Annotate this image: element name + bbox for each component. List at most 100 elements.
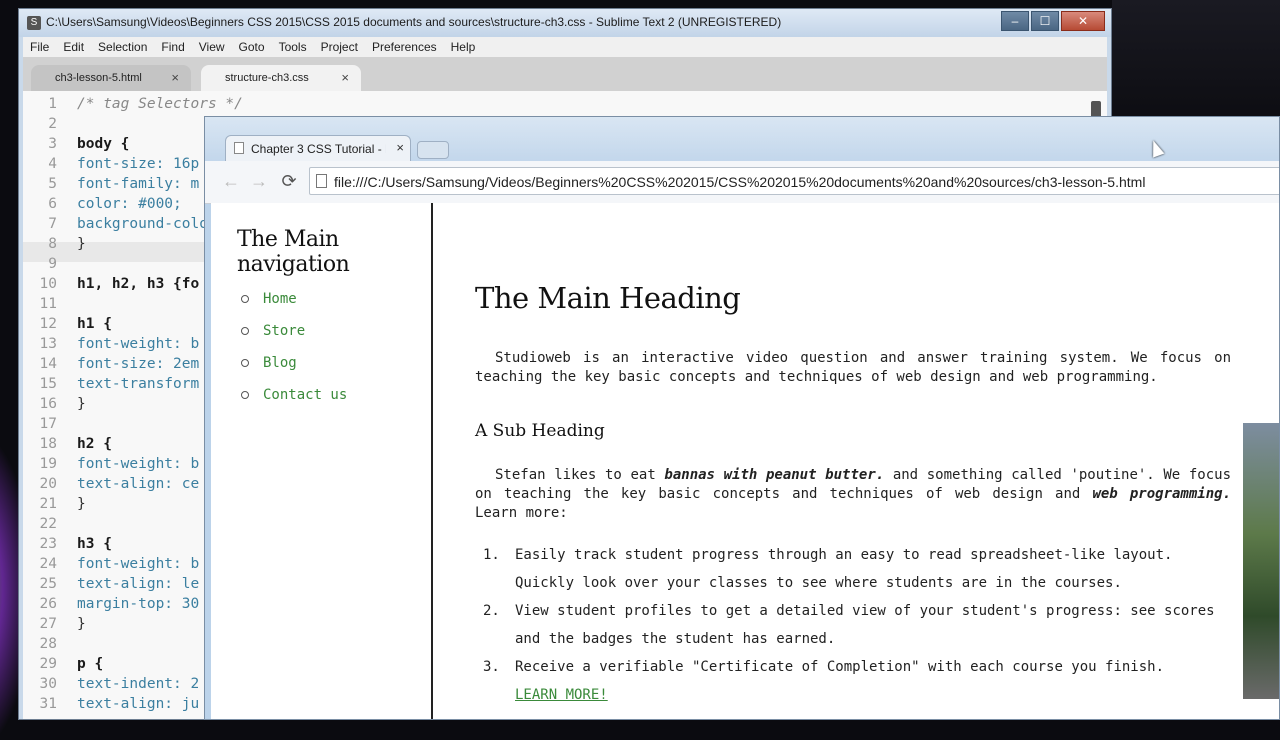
code-line: h1, h2, h3 {fo [77, 276, 200, 292]
back-arrow-icon[interactable]: ← [219, 169, 243, 193]
line-number: 16 [39, 396, 57, 412]
tab-structure-ch3-css[interactable]: structure-ch3.css × [201, 65, 361, 91]
close-button[interactable]: ✕ [1061, 11, 1105, 31]
line-number: 14 [39, 356, 57, 372]
line-number: 26 [39, 596, 57, 612]
minimize-button[interactable]: – [1001, 11, 1029, 31]
new-tab-button[interactable] [417, 141, 449, 159]
line-number: 11 [39, 296, 57, 312]
code-line: text-align: ju [77, 696, 200, 712]
code-line: } [77, 396, 86, 412]
list-item: 3. Receive a verifiable "Certificate of C… [475, 653, 1235, 681]
browser-tab[interactable]: Chapter 3 CSS Tutorial - L × [225, 135, 411, 161]
line-number: 8 [48, 236, 57, 252]
code-line: color: #000; [77, 196, 182, 212]
list-item-text: Easily track student progress through an… [515, 547, 1173, 591]
code-line: p { [77, 656, 104, 672]
menu-tools[interactable]: Tools [272, 40, 314, 54]
second-paragraph: Stefan likes to eat bannas with peanut b… [475, 466, 1231, 523]
menu-help[interactable]: Help [444, 40, 483, 54]
nav-link-store[interactable]: Store [241, 315, 347, 347]
list-item-text: View student profiles to get a detailed … [515, 603, 1215, 647]
nav-link-label: Home [263, 291, 297, 307]
line-number: 29 [39, 656, 57, 672]
code-line: body { [77, 136, 130, 152]
nav-link-label: Blog [263, 355, 297, 371]
menu-view[interactable]: View [192, 40, 232, 54]
line-number: 4 [48, 156, 57, 172]
code-line: h2 { [77, 436, 112, 452]
menu-goto[interactable]: Goto [232, 40, 272, 54]
code-line: text-align: le [77, 576, 200, 592]
menu-edit[interactable]: Edit [56, 40, 91, 54]
list-item-text: Receive a verifiable "Certificate of Com… [515, 659, 1165, 675]
sublime-app-icon: S [27, 16, 41, 30]
code-line: text-align: ce [77, 476, 200, 492]
line-number: 6 [48, 196, 57, 212]
line-number: 3 [48, 136, 57, 152]
maximize-button[interactable]: ☐ [1031, 11, 1059, 31]
bullet-icon [241, 359, 249, 367]
main-heading: The Main Heading [475, 281, 741, 315]
building-photo [1243, 423, 1279, 699]
browser-tab-title: Chapter 3 CSS Tutorial - L [251, 142, 386, 156]
forward-arrow-icon[interactable]: → [247, 169, 271, 193]
line-number: 24 [39, 556, 57, 572]
code-line: h1 { [77, 316, 112, 332]
page-sidebar: The Main navigation Home Store Blog Cont… [211, 203, 433, 719]
line-number: 9 [48, 256, 57, 272]
page-main-content: The Main Heading Studioweb is an interac… [475, 203, 1279, 719]
tab-ch3-lesson-5-html[interactable]: ch3-lesson-5.html × [31, 65, 191, 91]
code-line: background-colo [77, 216, 208, 232]
line-number: 17 [39, 416, 57, 432]
code-line: } [77, 236, 86, 252]
list-number: 2. [483, 603, 500, 619]
line-number: 15 [39, 376, 57, 392]
tab-label: structure-ch3.css [225, 72, 309, 84]
code-line: font-size: 2em [77, 356, 200, 372]
line-number: 2 [48, 116, 57, 132]
nav-list: Home Store Blog Contact us [241, 283, 347, 411]
line-number: 7 [48, 216, 57, 232]
code-line: /* tag Selectors */ [77, 96, 243, 112]
text-run: Stefan likes to eat [495, 467, 665, 483]
window-controls: – ☐ ✕ [999, 11, 1105, 31]
tab-close-icon[interactable]: × [341, 70, 349, 85]
list-number: 3. [483, 659, 500, 675]
tab-close-icon[interactable]: × [396, 140, 404, 155]
line-number: 22 [39, 516, 57, 532]
editor-tab-bar: ch3-lesson-5.html × structure-ch3.css × [23, 57, 1107, 91]
code-line: font-size: 16p [77, 156, 200, 172]
menu-project[interactable]: Project [314, 40, 365, 54]
intro-paragraph: Studioweb is an interactive video questi… [475, 350, 1231, 385]
line-number: 12 [39, 316, 57, 332]
address-bar[interactable]: file:///C:/Users/Samsung/Videos/Beginner… [309, 167, 1279, 195]
nav-link-contact-us[interactable]: Contact us [241, 379, 347, 411]
line-number: 30 [39, 676, 57, 692]
tab-close-icon[interactable]: × [171, 70, 179, 85]
line-number: 27 [39, 616, 57, 632]
nav-link-label: Contact us [263, 387, 348, 403]
nav-link-blog[interactable]: Blog [241, 347, 347, 379]
menu-preferences[interactable]: Preferences [365, 40, 444, 54]
learn-more-link[interactable]: LEARN MORE! [475, 681, 608, 709]
line-number: 19 [39, 456, 57, 472]
menu-find[interactable]: Find [154, 40, 191, 54]
bullet-icon [241, 391, 249, 399]
page-icon [316, 174, 327, 188]
line-number: 20 [39, 476, 57, 492]
list-item: 2. View student profiles to get a detaile… [475, 597, 1235, 653]
text-run: Learn more: [475, 505, 568, 521]
nav-link-label: Store [263, 323, 306, 339]
sub-heading: A Sub Heading [475, 421, 605, 441]
nav-heading: The Main navigation [237, 227, 350, 277]
reload-icon[interactable]: ⟳ [277, 169, 301, 193]
code-line: font-family: m [77, 176, 200, 192]
line-number: 18 [39, 436, 57, 452]
line-number: 23 [39, 536, 57, 552]
menu-selection[interactable]: Selection [91, 40, 154, 54]
nav-link-home[interactable]: Home [241, 283, 347, 315]
sublime-titlebar[interactable]: S C:\Users\Samsung\Videos\Beginners CSS … [19, 9, 1111, 37]
menu-file[interactable]: File [23, 40, 56, 54]
emphasis-text: web programming. [1092, 486, 1232, 502]
